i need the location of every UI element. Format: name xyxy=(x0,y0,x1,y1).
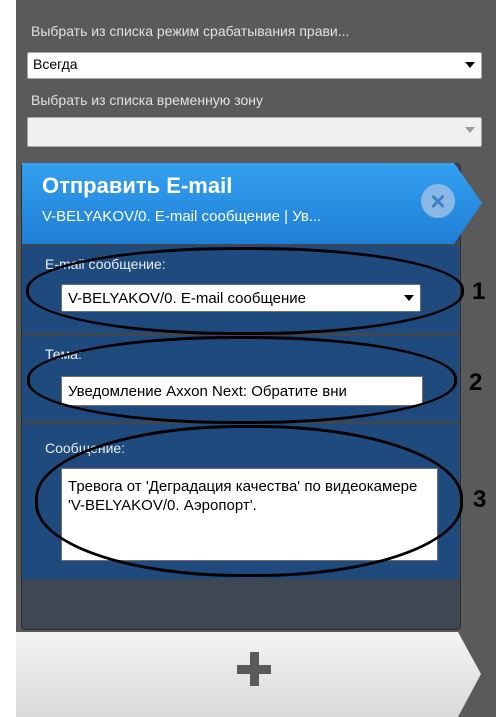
annotation-number-3: 3 xyxy=(473,486,487,513)
plus-icon xyxy=(237,652,271,686)
annotation-number-1: 1 xyxy=(472,278,486,305)
close-icon[interactable]: × xyxy=(421,184,455,218)
annotation-oval-1 xyxy=(26,247,464,335)
chevron-down-icon xyxy=(465,62,475,68)
annotation-number-2: 2 xyxy=(469,369,483,396)
action-subtitle: V-BELYAKOV/0. E-mail сообщение | Ув... xyxy=(42,208,322,225)
mode-select-value: Всегда xyxy=(33,56,78,72)
mode-label: Выбрать из списка режим срабатывания пра… xyxy=(31,23,350,39)
timezone-select[interactable] xyxy=(27,117,482,147)
annotation-oval-2 xyxy=(27,336,457,424)
action-title: Отправить E-mail xyxy=(42,173,233,198)
chevron-down-icon xyxy=(465,127,475,133)
mode-select[interactable]: Всегда xyxy=(27,52,482,79)
rule-editor-panel: Выбрать из списка режим срабатывания пра… xyxy=(0,0,504,717)
annotation-oval-3 xyxy=(35,425,463,577)
timezone-label: Выбрать из списка временную зону xyxy=(31,92,263,108)
